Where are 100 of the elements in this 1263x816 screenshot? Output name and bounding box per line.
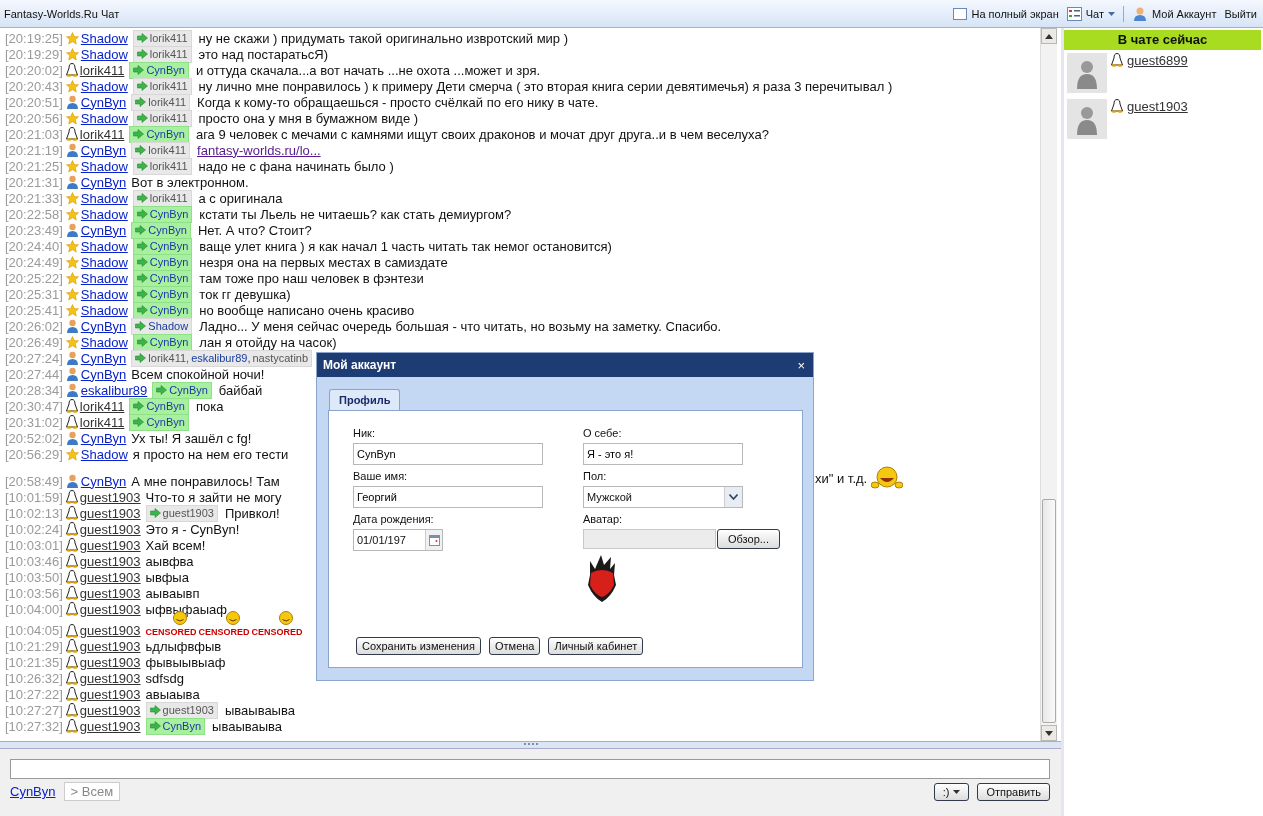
recipient-name: lorik411 <box>149 160 188 172</box>
recipient-field[interactable]: > Всем <box>63 782 121 801</box>
author-link[interactable]: guest1903 <box>79 505 141 521</box>
penguin-icon <box>65 63 78 77</box>
author-link[interactable]: Shadow <box>80 334 128 350</box>
penguin-icon <box>65 655 78 669</box>
dialog-button[interactable]: Личный кабинет <box>548 637 644 655</box>
timestamp: [10:27:22] <box>5 686 63 702</box>
author-link[interactable]: guest1903 <box>79 702 141 718</box>
chevron-down-icon <box>729 494 738 500</box>
recipient-tag[interactable]: lorik411 <box>132 189 192 207</box>
author-link[interactable]: guest1903 <box>79 569 141 585</box>
author-link[interactable]: CynByn <box>80 430 127 446</box>
author-link[interactable]: Shadow <box>80 238 128 254</box>
author-link[interactable]: CynByn <box>80 142 127 158</box>
author-link[interactable]: guest1903 <box>79 686 141 702</box>
author-link[interactable]: guest1903 <box>79 623 141 638</box>
recipient-name: lorik411 <box>148 96 187 108</box>
send-button[interactable]: Отправить <box>977 782 1050 801</box>
author-link[interactable]: Shadow <box>80 110 128 126</box>
scroll-down-button[interactable] <box>1041 725 1057 741</box>
author-link[interactable]: Shadow <box>80 270 128 286</box>
author-link[interactable]: CynByn <box>80 222 127 238</box>
author-link[interactable]: guest1903 <box>79 654 141 670</box>
user-link[interactable]: guest6899 <box>1127 53 1188 68</box>
author-link[interactable]: guest1903 <box>79 601 141 617</box>
author-link[interactable]: eskalibur89 <box>80 382 148 398</box>
author-link[interactable]: guest1903 <box>79 718 141 734</box>
recipient-tag[interactable]: CynByn <box>129 397 189 415</box>
scroll-up-button[interactable] <box>1041 28 1057 44</box>
author-link[interactable]: CynByn <box>80 94 127 110</box>
scroll-thumb[interactable] <box>1042 499 1056 723</box>
author-link[interactable]: lorik411 <box>79 62 125 78</box>
author-link[interactable]: lorik411 <box>79 398 125 414</box>
recipient-tag[interactable]: lorik411, eskalibur89, nastycatinb <box>131 349 313 367</box>
recipient-tag[interactable]: CynByn <box>152 381 212 399</box>
author-link[interactable]: CynByn <box>80 318 127 334</box>
author-link[interactable]: Shadow <box>80 302 128 318</box>
toolbar-link[interactable]: Выйти <box>1224 7 1257 20</box>
toolbar-link[interactable]: Чат <box>1066 6 1115 21</box>
field-label: Дата рождения: <box>353 513 434 525</box>
recipient-name: CynByn <box>149 288 189 300</box>
recipient-name: lorik411 <box>149 32 188 44</box>
user-link[interactable]: CynByn <box>10 784 56 799</box>
author-link[interactable]: guest1903 <box>79 585 141 601</box>
recipient-tag[interactable]: guest1903 <box>145 701 218 719</box>
author-link[interactable]: CynByn <box>80 366 127 382</box>
user-icon <box>65 95 79 109</box>
author-link[interactable]: Shadow <box>80 446 128 462</box>
author-link[interactable]: Shadow <box>80 254 128 270</box>
author-link[interactable]: Shadow <box>80 30 128 46</box>
date-field[interactable]: 01/01/197 <box>353 529 443 551</box>
author-link[interactable]: Shadow <box>80 78 128 94</box>
author-link[interactable]: guest1903 <box>79 553 141 569</box>
close-button[interactable]: × <box>795 357 807 373</box>
author-link[interactable]: guest1903 <box>79 638 141 654</box>
toolbar-link[interactable]: На полный экран <box>953 7 1059 20</box>
author-link[interactable]: lorik411 <box>79 126 125 142</box>
recipient-name: Shadow <box>148 320 189 332</box>
author-link[interactable]: CynByn <box>80 473 127 489</box>
author-link[interactable]: guest1903 <box>79 537 141 553</box>
arrow-icon <box>136 193 148 203</box>
file-path-field[interactable] <box>583 529 716 549</box>
author-link[interactable]: lorik411 <box>79 414 125 430</box>
dialog-button[interactable]: Сохранить изменения <box>356 637 481 655</box>
text-field[interactable]: Я - это я! <box>583 443 743 465</box>
author-link[interactable]: CynByn <box>80 174 127 190</box>
penguin-icon <box>1111 99 1123 113</box>
profile-tab[interactable]: Профиль <box>329 389 401 410</box>
author-link[interactable]: Shadow <box>80 286 128 302</box>
author-link[interactable]: Shadow <box>80 158 128 174</box>
user-icon <box>65 319 79 333</box>
recipient-tag[interactable]: lorik411 <box>132 29 192 47</box>
smiley-dropdown-button[interactable]: :) <box>933 782 970 801</box>
author-link[interactable]: guest1903 <box>79 670 141 686</box>
gender-select[interactable]: Мужской <box>583 486 743 508</box>
author-link[interactable]: guest1903 <box>79 521 141 537</box>
toolbar-link[interactable]: Мой Аккаунт <box>1132 5 1217 22</box>
timestamp: [20:20:56] <box>5 110 63 126</box>
author-link[interactable]: CynByn <box>80 350 127 366</box>
splitter-handle[interactable] <box>0 741 1061 749</box>
user-link[interactable]: guest1903 <box>1127 99 1188 114</box>
message-link[interactable]: fantasy-worlds.ru/lo... <box>197 142 321 158</box>
timestamp: [10:01:59] <box>5 489 63 505</box>
text-field[interactable]: Георгий <box>353 486 543 508</box>
message-input[interactable] <box>10 759 1050 779</box>
star-icon <box>65 255 79 269</box>
scrollbar[interactable] <box>1040 28 1057 741</box>
dialog-button[interactable]: Отмена <box>488 637 541 655</box>
author-link[interactable]: guest1903 <box>79 489 141 505</box>
author-link[interactable]: Shadow <box>80 206 128 222</box>
message-text: незря она на первых местах в самиздате <box>199 254 448 270</box>
author-link[interactable]: Shadow <box>80 46 128 62</box>
text-field[interactable]: CynByn <box>353 443 543 465</box>
timestamp: [10:04:00] <box>5 601 63 617</box>
recipient-tag[interactable]: guest1903 <box>145 504 218 522</box>
author-link[interactable]: Shadow <box>80 190 128 206</box>
recipient-name: CynByn <box>146 400 185 412</box>
recipient-name: CynByn <box>149 336 189 348</box>
browse-button[interactable]: Обзор... <box>717 529 780 549</box>
